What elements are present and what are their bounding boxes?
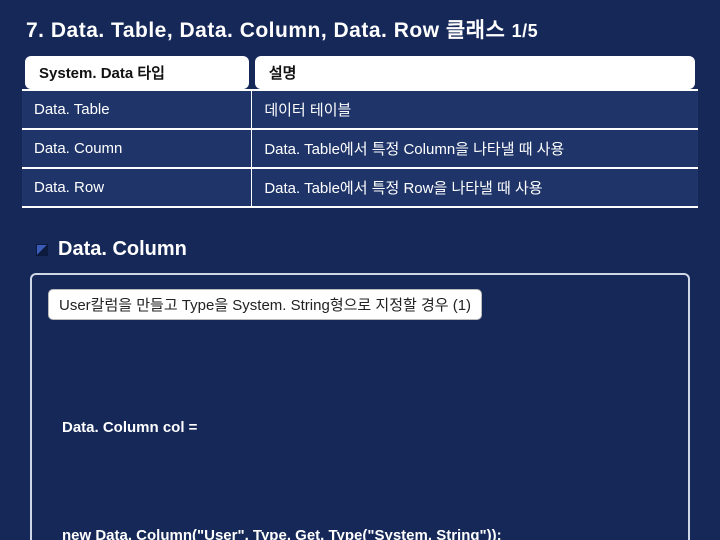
cell-desc: Data. Table에서 특정 Column을 나타낼 때 사용 bbox=[252, 129, 698, 168]
cell-desc: 데이터 테이블 bbox=[252, 90, 698, 129]
title-page-fraction: 1/5 bbox=[512, 21, 539, 41]
table-row: Data. Row Data. Table에서 특정 Row을 나타낼 때 사용 bbox=[22, 168, 698, 207]
bullet-icon bbox=[36, 244, 48, 256]
subheading-row: Data. Column bbox=[36, 238, 698, 261]
table-header-cell: System. Data 타입 bbox=[22, 56, 252, 90]
table-header-cell: 설명 bbox=[252, 56, 698, 90]
subheading-text: Data. Column bbox=[58, 238, 187, 261]
cell-type: Data. Coumn bbox=[22, 129, 252, 168]
cell-type: Data. Row bbox=[22, 168, 252, 207]
cell-type: Data. Table bbox=[22, 90, 252, 129]
header-type: System. Data 타입 bbox=[25, 56, 249, 89]
slide-title: 7. Data. Table, Data. Column, Data. Row … bbox=[26, 14, 698, 44]
cell-desc: Data. Table에서 특정 Row을 나타낼 때 사용 bbox=[252, 168, 698, 207]
header-desc: 설명 bbox=[255, 56, 695, 89]
code-line: Data. Column col = bbox=[62, 410, 672, 446]
table-row: Data. Table 데이터 테이블 bbox=[22, 90, 698, 129]
code-block: Data. Column col = new Data. Column("Use… bbox=[48, 338, 672, 540]
example-caption: User칼럼을 만들고 Type을 System. String형으로 지정할 … bbox=[48, 289, 482, 320]
table-row: Data. Coumn Data. Table에서 특정 Column을 나타낼… bbox=[22, 129, 698, 168]
title-prefix: 7. bbox=[26, 19, 51, 42]
type-table: System. Data 타입 설명 Data. Table 데이터 테이블 D… bbox=[22, 56, 698, 208]
code-line: new Data. Column("User", Type. Get. Type… bbox=[62, 518, 672, 540]
title-main: Data. Table, Data. Column, Data. Row 클래스 bbox=[51, 19, 505, 42]
example-box: User칼럼을 만들고 Type을 System. String형으로 지정할 … bbox=[30, 273, 690, 540]
